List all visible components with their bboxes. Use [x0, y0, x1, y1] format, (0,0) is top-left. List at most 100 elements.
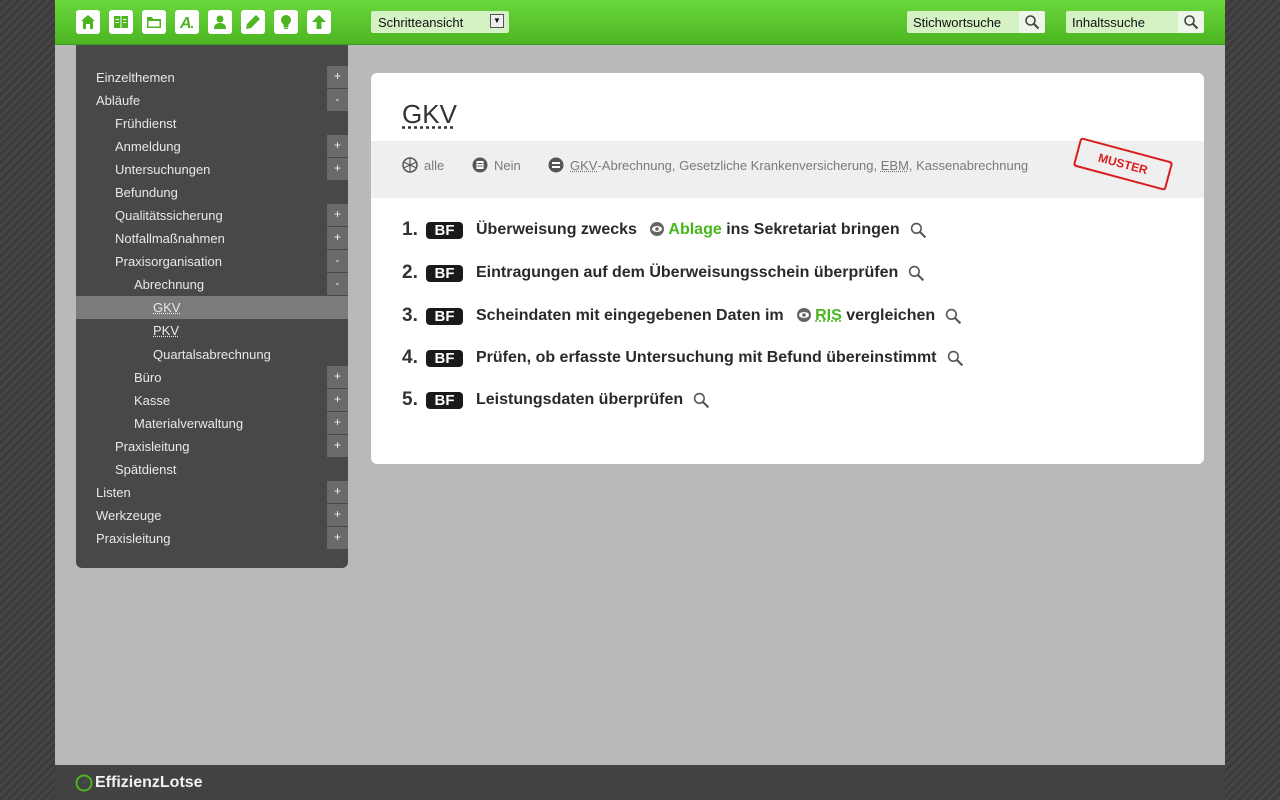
sidebar-item-quartalsabrechnung[interactable]: Quartalsabrechnung — [76, 343, 348, 366]
keyword-search-placeholder: Stichwortsuche — [913, 15, 1002, 30]
expand-toggle[interactable]: + — [327, 504, 348, 526]
expand-toggle[interactable]: + — [327, 481, 348, 503]
sidebar-item-label: Materialverwaltung — [134, 416, 244, 431]
collapse-toggle[interactable]: - — [327, 250, 348, 272]
sidebar-item-materialverwaltung[interactable]: Materialverwaltung + — [76, 412, 348, 435]
sidebar-item-fruehdienst[interactable]: Frühdienst — [76, 112, 348, 135]
expand-toggle[interactable]: + — [327, 204, 348, 226]
sidebar-item-praxisleitung[interactable]: Praxisleitung + — [76, 527, 348, 550]
lightbulb-icon[interactable] — [274, 10, 298, 34]
sidebar-item-listen[interactable]: Listen + — [76, 481, 348, 504]
sidebar-item-label: Spätdienst — [115, 462, 177, 477]
collapse-toggle[interactable]: - — [327, 89, 348, 111]
expand-toggle[interactable]: + — [327, 389, 348, 411]
sidebar-item-einzelthemen[interactable]: Einzelthemen + — [76, 66, 348, 89]
sidebar-item-label: Befundung — [115, 185, 178, 200]
step-text-pre: Überweisung zwecks — [476, 221, 637, 238]
step-text-post: ins Sekretariat bringen — [726, 221, 900, 238]
expand-toggle[interactable]: + — [327, 227, 348, 249]
app-window: A Schritteansicht ▼ Stichwortsuche Inhal… — [55, 0, 1225, 800]
footer: EffizienzLotse — [55, 765, 1225, 800]
step-number: 2. — [402, 262, 418, 283]
step-number: 3. — [402, 305, 418, 326]
user-icon[interactable] — [208, 10, 232, 34]
content-card: GKV alle Nein GKV -Abrechnung, Gesetzlich… — [371, 73, 1204, 464]
ablage-link[interactable]: Ablage — [668, 221, 721, 238]
step-text: Leistungsdaten überprüfen — [476, 391, 684, 408]
keyword-search-field[interactable]: Stichwortsuche — [907, 11, 1045, 33]
magnify-icon[interactable] — [910, 222, 927, 239]
meta-bar: alle Nein GKV -Abrechnung, Gesetzliche Kr… — [371, 137, 1204, 198]
search-icon[interactable] — [1178, 11, 1204, 33]
sidebar-nav: Einzelthemen + Abläufe - Frühdienst Anme… — [76, 45, 348, 568]
sidebar-item-label: Abläufe — [96, 93, 141, 108]
tag-abbr-ebm: EBM — [880, 157, 909, 173]
svg-text:A: A — [179, 15, 192, 31]
sidebar-item-spaetdienst[interactable]: Spätdienst — [76, 458, 348, 481]
page-title: GKV — [402, 99, 457, 129]
print-value: Nein — [494, 157, 521, 173]
sidebar-item-label: Untersuchungen — [115, 162, 211, 177]
font-a-icon[interactable]: A — [175, 10, 199, 34]
folder-icon[interactable] — [142, 10, 166, 34]
sidebar-item-werkzeuge[interactable]: Werkzeuge + — [76, 504, 348, 527]
content-search-field[interactable]: Inhaltssuche — [1066, 11, 1204, 33]
sidebar-item-notfallmassnahmen[interactable]: Notfallmaßnahmen + — [76, 227, 348, 250]
sidebar-item-abrechnung[interactable]: Abrechnung - — [76, 273, 348, 296]
sidebar-item-gkv[interactable]: GKV — [76, 296, 348, 319]
magnify-icon[interactable] — [908, 265, 925, 282]
sidebar-item-praxisorganisation[interactable]: Praxisorganisation - — [76, 250, 348, 273]
expand-toggle[interactable]: + — [327, 412, 348, 434]
muster-stamp: MUSTER — [1072, 137, 1174, 191]
magnify-icon[interactable] — [693, 392, 710, 409]
expand-toggle[interactable]: + — [327, 527, 348, 549]
search-icon[interactable] — [1019, 11, 1045, 33]
expand-toggle[interactable]: + — [327, 66, 348, 88]
expand-toggle[interactable]: + — [327, 435, 348, 457]
step-number: 5. — [402, 389, 418, 410]
sidebar-item-befundung[interactable]: Befundung — [76, 181, 348, 204]
sidebar-item-label: Qualitätssicherung — [115, 208, 223, 223]
sidebar-item-pkv[interactable]: PKV — [76, 319, 348, 342]
role-badge: BF — [426, 221, 463, 239]
home-icon[interactable] — [76, 10, 100, 34]
sidebar-item-qualitaetssicherung[interactable]: Qualitätssicherung + — [76, 204, 348, 227]
tags-text-2: , Kassenabrechnung — [908, 157, 1029, 173]
magnify-icon[interactable] — [947, 350, 964, 367]
step-text: Scheindaten mit eingegebenen Daten im RI… — [476, 307, 935, 325]
sidebar-item-label: Kasse — [134, 393, 171, 408]
pencil-icon[interactable] — [241, 10, 265, 34]
sidebar-item-label: Praxisleitung — [96, 531, 171, 546]
magnify-icon[interactable] — [945, 308, 962, 325]
sidebar-item-label: Anmeldung — [115, 139, 181, 154]
chevron-down-icon[interactable]: ▼ — [490, 14, 504, 28]
eye-icon — [650, 222, 665, 236]
sidebar-item-ablaeufe[interactable]: Abläufe - — [76, 89, 348, 112]
sidebar-item-untersuchungen[interactable]: Untersuchungen + — [76, 158, 348, 181]
scope-value: alle — [424, 157, 445, 173]
expand-toggle[interactable]: + — [327, 158, 348, 180]
sidebar-item-buero[interactable]: Büro + — [76, 366, 348, 389]
expand-toggle[interactable]: + — [327, 366, 348, 388]
tags-icon — [548, 157, 564, 173]
collapse-toggle[interactable]: - — [327, 273, 348, 295]
sidebar-item-label: GKV — [153, 300, 181, 315]
view-mode-select[interactable]: Schritteansicht ▼ — [371, 11, 509, 33]
step-text: Überweisung zwecks Ablage ins Sekretaria… — [476, 221, 900, 239]
arrow-up-icon[interactable] — [307, 10, 331, 34]
logo[interactable]: EffizienzLotse — [75, 774, 203, 792]
scope-info: alle — [402, 157, 444, 173]
expand-toggle[interactable]: + — [327, 135, 348, 157]
step-number: 4. — [402, 347, 418, 368]
view-mode-value: Schritteansicht — [378, 15, 464, 30]
tags-info: GKV -Abrechnung, Gesetzliche Krankenversi… — [548, 157, 1028, 173]
sidebar-item-praxisleitung-sub[interactable]: Praxisleitung + — [76, 435, 348, 458]
content-search-placeholder: Inhaltssuche — [1072, 15, 1145, 30]
sidebar-item-anmeldung[interactable]: Anmeldung + — [76, 135, 348, 158]
role-badge: BF — [426, 264, 463, 282]
sidebar-item-label: Frühdienst — [115, 116, 177, 131]
book-icon[interactable] — [109, 10, 133, 34]
sidebar-item-kasse[interactable]: Kasse + — [76, 389, 348, 412]
tags-text-1: -Abrechnung, Gesetzliche Krankenversiche… — [597, 157, 881, 173]
ris-link[interactable]: RIS — [815, 307, 842, 324]
